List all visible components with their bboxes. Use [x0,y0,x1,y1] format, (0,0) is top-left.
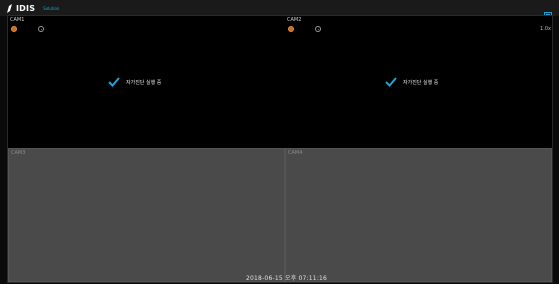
audio-icon [38,26,44,32]
logo-mark-icon [6,4,12,13]
logo-text: IDIS [16,3,36,13]
camera-label: CAM1 [10,17,25,23]
screen-layout-icon[interactable] [544,4,552,18]
self-diagnosis-status: 자가진단 실행 중 [108,77,161,87]
logo-subtitle: Solution [43,5,60,11]
datetime-display: 2018-06-15 오후 07:11:16 [246,275,328,282]
diagnosis-text: 자가진단 실행 중 [126,79,162,86]
top-bar: IDIS Solution [0,0,559,18]
status-bar: 2018-06-15 오후 07:11:16 [0,272,559,284]
camera-panel-1[interactable]: CAM1 자가진단 실행 중 [8,16,285,148]
record-icon [288,26,294,32]
diagnosis-text: 자가진단 실행 중 [403,79,439,86]
camera-panel-2[interactable]: CAM2 1.0x 자가진단 실행 중 [285,16,552,148]
camera-panel-4[interactable]: CAM4 [285,148,552,282]
camera-label: CAM3 [11,150,26,156]
camera-label: CAM4 [288,150,303,156]
camera-grid: CAM1 자가진단 실행 중 CAM2 1.0x 자가진단 실행 중 CAM3 [8,16,552,282]
record-icon [11,26,17,32]
camera-panel-3[interactable]: CAM3 [8,148,285,282]
self-diagnosis-status: 자가진단 실행 중 [385,77,438,87]
check-icon [385,77,397,87]
camera-label: CAM2 [287,17,302,23]
audio-icon [315,26,321,32]
check-icon [108,77,120,87]
zoom-level: 1.0x [540,26,551,32]
idis-logo: IDIS Solution [6,1,59,15]
